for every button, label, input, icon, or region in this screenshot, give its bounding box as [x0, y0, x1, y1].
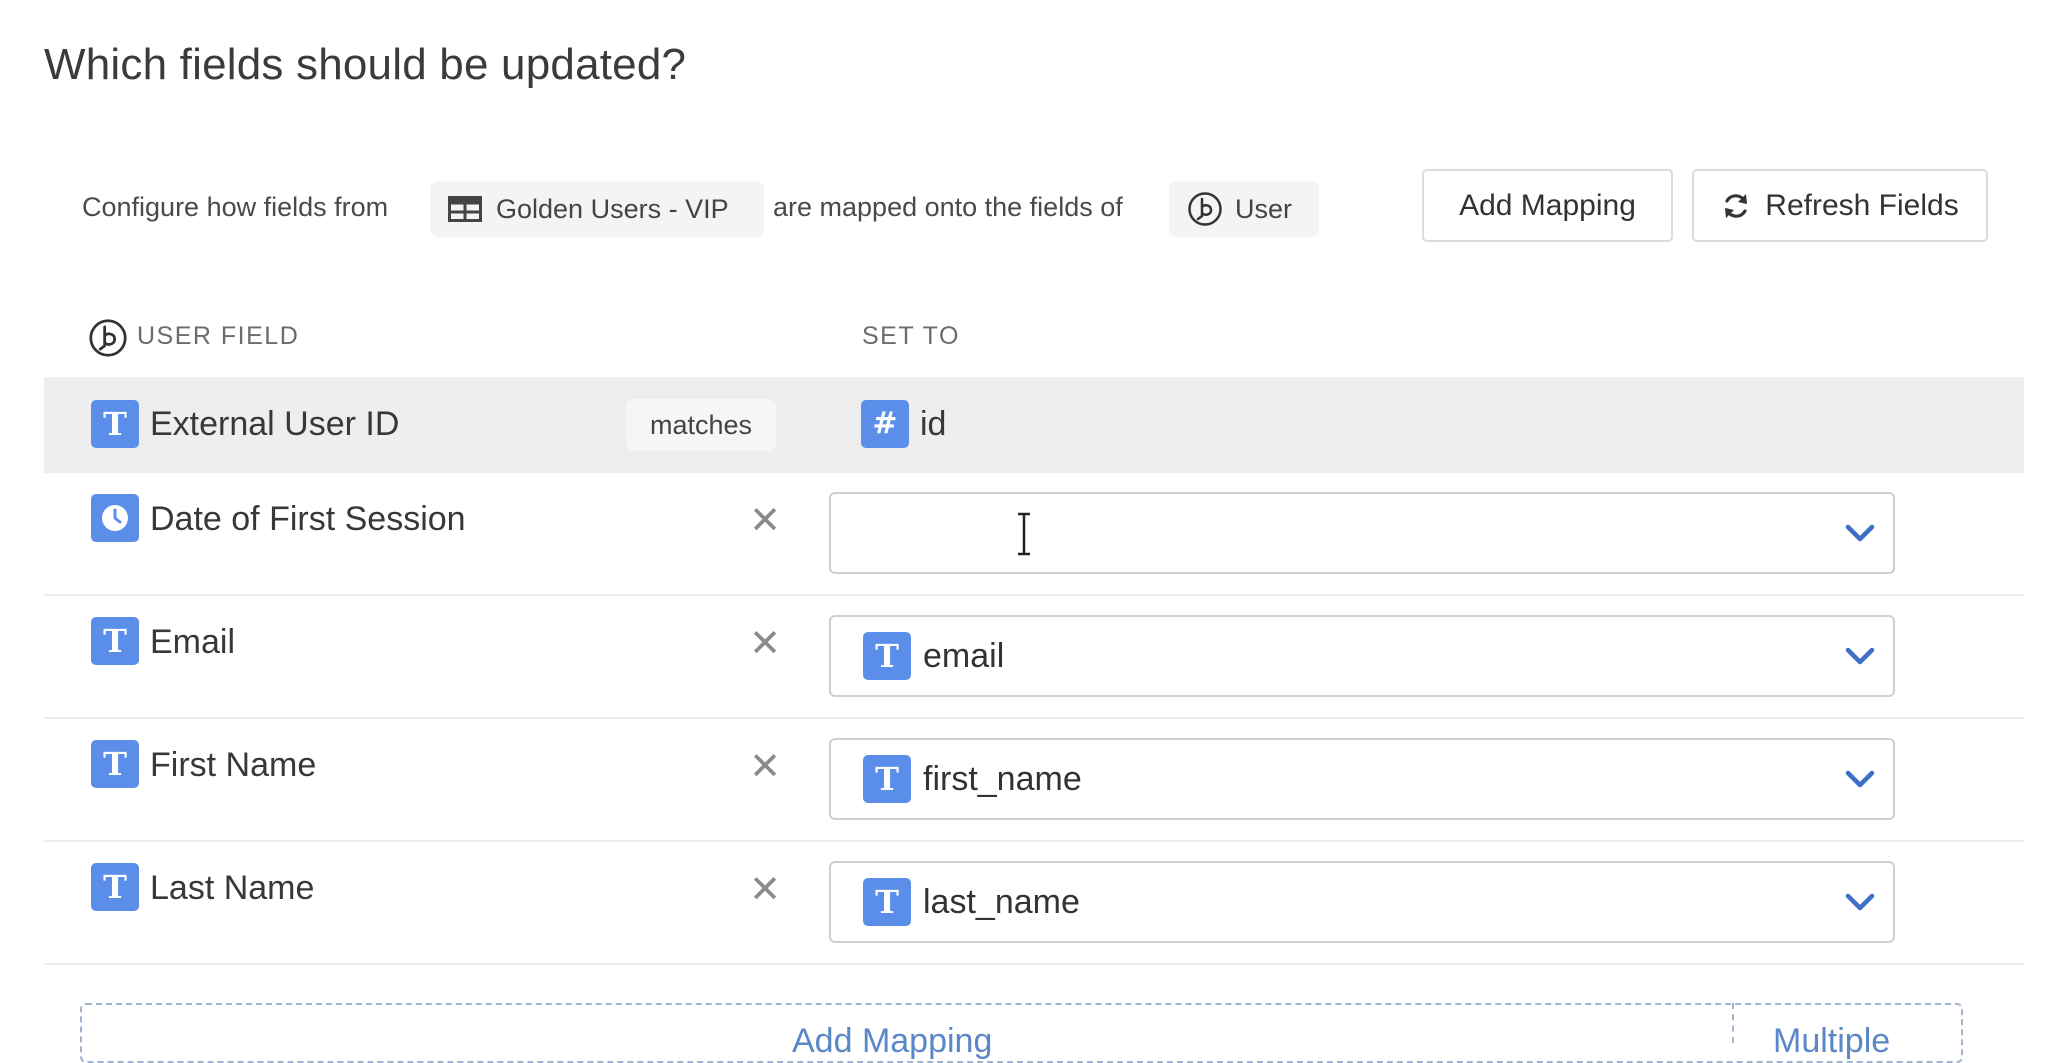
mapping-field-label: Email	[150, 623, 236, 661]
text-type-icon: T	[91, 740, 139, 788]
text-type-icon: T	[91, 400, 139, 448]
mapping-value-select[interactable]: T first_name	[829, 738, 1895, 820]
text-type-icon: T	[863, 755, 911, 803]
dropzone-divider	[1732, 1003, 1736, 1043]
key-field-label: External User ID	[150, 405, 400, 443]
row-divider	[44, 840, 2024, 842]
target-model-name: User	[1235, 193, 1293, 224]
add-mapping-label: Add Mapping	[1459, 188, 1636, 222]
page-title: Which fields should be updated?	[44, 40, 687, 89]
text-type-icon: T	[91, 617, 139, 665]
remove-mapping-button[interactable]: ✕	[745, 748, 785, 786]
user-field-column-header: USER FIELD	[137, 322, 300, 350]
remove-mapping-button[interactable]: ✕	[745, 502, 785, 540]
add-mapping-dropzone[interactable]	[80, 1003, 1963, 1063]
source-model-name: Golden Users - VIP	[496, 193, 729, 224]
remove-mapping-button[interactable]: ✕	[745, 871, 785, 909]
remove-mapping-button[interactable]: ✕	[745, 625, 785, 663]
mapping-value-select[interactable]: T email	[829, 615, 1895, 697]
mapping-field-label: Date of First Session	[150, 500, 466, 538]
number-type-icon: #	[861, 400, 909, 448]
text-type-icon: T	[91, 863, 139, 911]
config-middle-text: are mapped onto the fields of	[773, 192, 1123, 222]
row-divider	[44, 963, 2024, 965]
text-type-icon: T	[863, 878, 911, 926]
target-model-chip[interactable]: User	[1169, 181, 1319, 237]
matches-badge: matches	[626, 399, 776, 451]
mapping-field-label: Last Name	[150, 869, 315, 907]
clock-icon	[91, 494, 139, 542]
mapping-value-select[interactable]	[829, 492, 1895, 574]
chevron-down-icon[interactable]	[1843, 643, 1877, 674]
text-cursor-icon	[1014, 512, 1034, 561]
census-logo-icon	[1187, 191, 1223, 227]
set-to-column-header: SET TO	[862, 322, 960, 350]
config-prefix-text: Configure how fields from	[82, 192, 389, 222]
multiple-mapping-label[interactable]: Multiple	[1773, 1022, 1890, 1061]
add-mapping-bottom-label[interactable]: Add Mapping	[792, 1022, 992, 1061]
row-divider	[44, 594, 2024, 596]
row-divider	[44, 717, 2024, 719]
key-value-label: id	[920, 405, 947, 443]
add-mapping-button[interactable]: Add Mapping	[1422, 169, 1673, 242]
census-logo-icon	[88, 318, 128, 363]
mapping-value-text: last_name	[923, 883, 1080, 921]
chevron-down-icon[interactable]	[1843, 889, 1877, 920]
source-model-chip[interactable]: Golden Users - VIP	[430, 181, 764, 237]
text-type-icon: T	[863, 632, 911, 680]
chevron-down-icon[interactable]	[1843, 520, 1877, 551]
mapping-field-label: First Name	[150, 746, 317, 784]
refresh-fields-label: Refresh Fields	[1765, 188, 1959, 222]
mapping-value-select[interactable]: T last_name	[829, 861, 1895, 943]
refresh-icon	[1721, 191, 1765, 221]
mapping-value-text: first_name	[923, 760, 1082, 798]
table-icon	[448, 196, 482, 222]
refresh-fields-button[interactable]: Refresh Fields	[1692, 169, 1988, 242]
chevron-down-icon[interactable]	[1843, 766, 1877, 797]
mapping-value-text: email	[923, 637, 1005, 675]
